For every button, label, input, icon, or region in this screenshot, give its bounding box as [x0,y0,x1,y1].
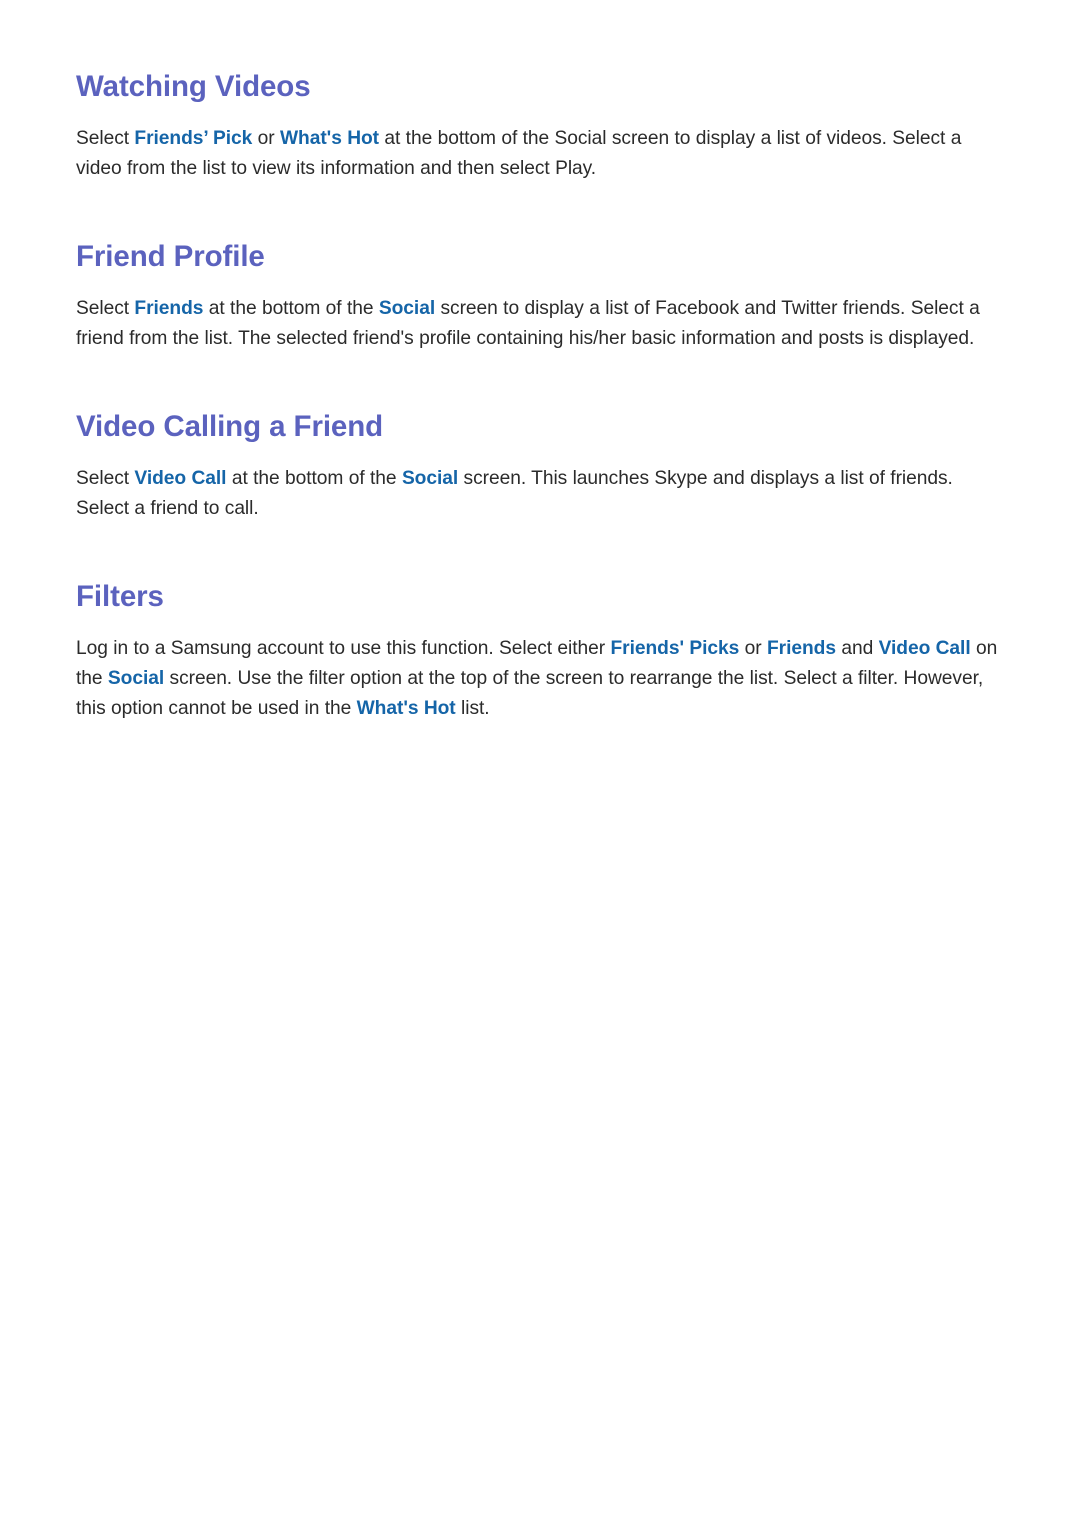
section-friend-profile: Friend Profile Select Friends at the bot… [76,184,1006,354]
section-heading: Video Calling a Friend [76,410,384,444]
section-paragraph: Select Friends’ Pick or What's Hot at th… [76,127,962,179]
highlighted-term: Friends’ Pick [134,127,253,149]
document-page: Watching Videos Select Friends’ Pick or … [0,0,1080,1527]
document-content: Watching Videos Select Friends’ Pick or … [76,0,1006,724]
highlighted-term: Social [378,297,436,319]
highlighted-term: What's Hot [279,127,380,149]
highlighted-term: Friends [134,297,204,319]
section-filters: Filters Log in to a Samsung account to u… [76,524,1006,724]
highlighted-term: What's Hot [356,698,456,720]
section-paragraph: Select Video Call at the bottom of the S… [76,467,953,519]
section-paragraph: Log in to a Samsung account to use this … [76,637,998,720]
section-video-calling-a-friend: Video Calling a Friend Select Video Call… [76,354,1006,524]
highlighted-term: Friends [767,637,836,659]
highlighted-term: Video Call [134,467,227,489]
highlighted-term: Friends' Picks [610,637,740,659]
section-heading: Watching Videos [76,70,311,103]
section-heading: Friend Profile [76,240,265,274]
highlighted-term: Video Call [878,637,971,659]
highlighted-term: Social [107,668,165,690]
section-heading: Filters [76,580,164,614]
section-paragraph: Select Friends at the bottom of the Soci… [76,297,980,349]
highlighted-term: Social [401,467,459,489]
section-watching-videos: Watching Videos Select Friends’ Pick or … [76,0,1006,184]
